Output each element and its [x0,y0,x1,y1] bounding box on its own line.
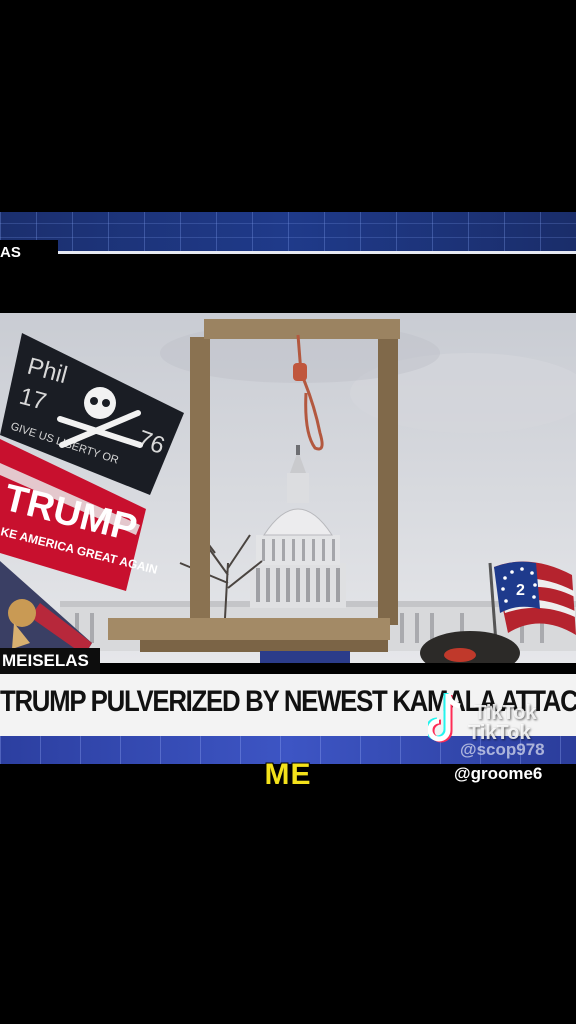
news-photo: 2 Phil 17 76 GIVE US LIBERTY OR TRUMP KE… [0,313,576,663]
news-top-banner [0,212,576,252]
banner-rule [58,251,576,254]
tiktok-username: @groome6 [454,764,543,783]
photo-credit: MEISELAS [0,648,100,674]
name-tab: AS [0,240,58,266]
tiktok-username-original: @scop978 [460,740,545,759]
skull-icon [84,387,116,419]
betsy-number: 2 [516,582,525,599]
tiktok-logo-icon [428,693,461,743]
banner-pattern [0,212,576,252]
